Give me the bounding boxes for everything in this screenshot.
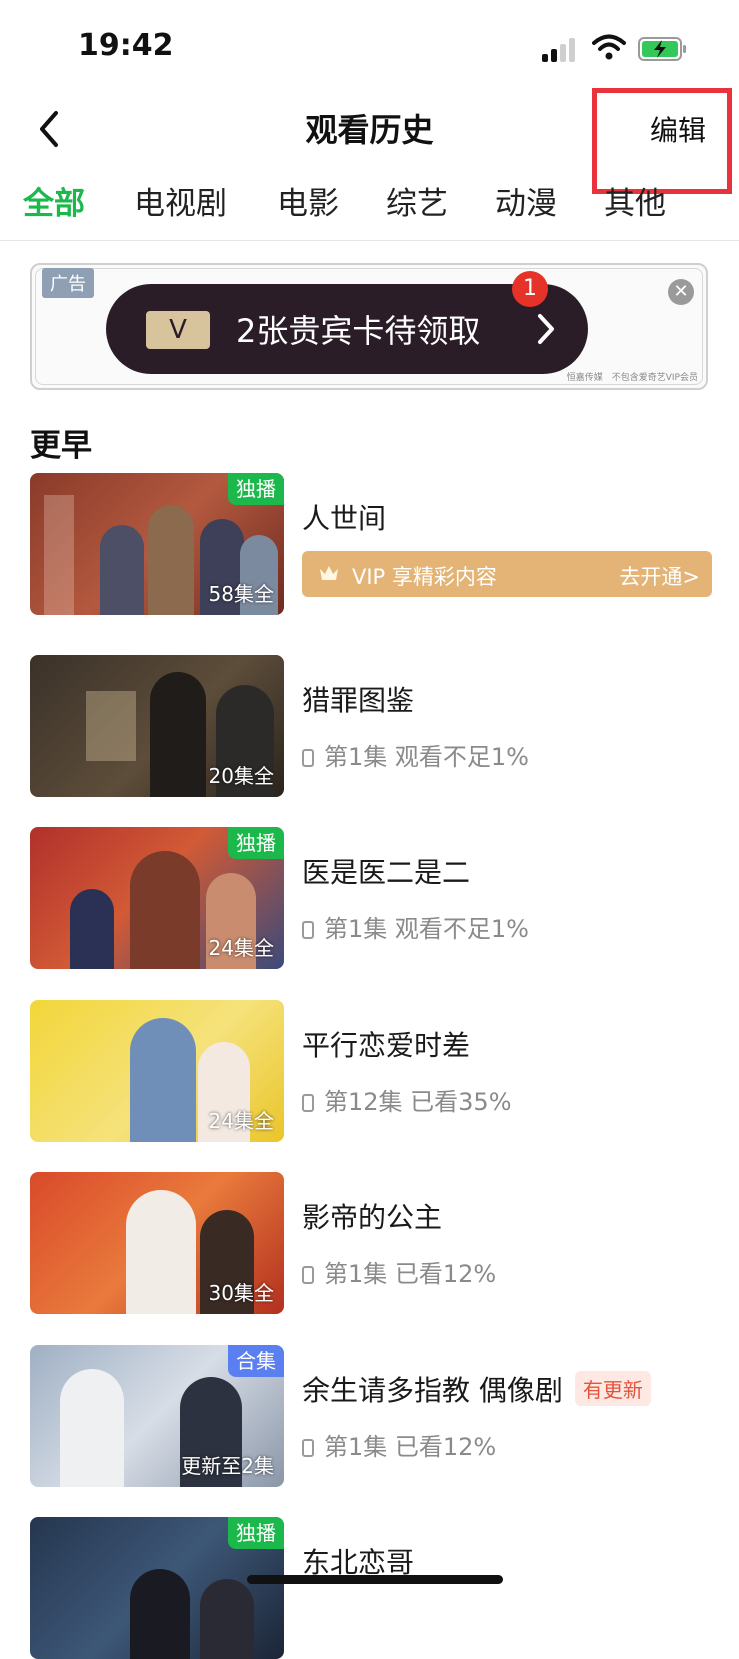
tabs-divider bbox=[0, 240, 739, 241]
tab-variety[interactable]: 综艺 bbox=[386, 178, 448, 223]
watch-progress: 第1集 观看不足1% bbox=[302, 909, 529, 944]
history-item[interactable]: 20集全 猎罪图鉴 第1集 观看不足1% bbox=[30, 655, 710, 797]
collection-badge: 合集 bbox=[228, 1345, 284, 1377]
episode-count: 更新至2集 bbox=[181, 1454, 274, 1478]
history-item[interactable]: 24集全 平行恋爱时差 第12集 已看35% bbox=[30, 1000, 710, 1142]
vip-card-icon: V bbox=[146, 311, 210, 349]
episode-count: 20集全 bbox=[208, 764, 274, 788]
exclusive-badge: 独播 bbox=[228, 473, 284, 505]
mobile-device-icon bbox=[302, 1439, 314, 1457]
vip-activate-link[interactable]: 去开通> bbox=[619, 561, 700, 591]
video-thumbnail[interactable]: 独播 bbox=[30, 1517, 284, 1659]
video-title: 余生请多指教 偶像剧 有更新 bbox=[302, 1369, 651, 1409]
exclusive-badge: 独播 bbox=[228, 827, 284, 859]
episode-count: 30集全 bbox=[208, 1281, 274, 1305]
video-thumbnail[interactable]: 30集全 bbox=[30, 1172, 284, 1314]
exclusive-badge: 独播 bbox=[228, 1517, 284, 1549]
video-thumbnail[interactable]: 24集全 bbox=[30, 1000, 284, 1142]
watch-progress: 第1集 已看12% bbox=[302, 1427, 496, 1462]
history-item[interactable]: 独播 24集全 医是医二是二 第1集 观看不足1% bbox=[30, 827, 710, 969]
notification-badge: 1 bbox=[512, 271, 548, 307]
vip-subscribe-banner[interactable]: VIP 享精彩内容 去开通> bbox=[302, 551, 712, 597]
video-title: 平行恋爱时差 bbox=[302, 1029, 471, 1062]
history-item[interactable]: 30集全 影帝的公主 第1集 已看12% bbox=[30, 1172, 710, 1314]
battery-charging-icon bbox=[638, 37, 686, 61]
cellular-signal-icon bbox=[542, 38, 578, 62]
video-title: 医是医二是二 bbox=[302, 856, 471, 889]
history-item[interactable]: 独播 58集全 人世间 VIP 享精彩内容 去开通> bbox=[30, 473, 712, 615]
ad-label: 广告 bbox=[42, 268, 94, 298]
ad-offer-text: 2张贵宾卡待领取 bbox=[236, 312, 481, 350]
video-title: 影帝的公主 bbox=[302, 1201, 443, 1234]
ad-fine-print: 恒嘉传媒 不包含爱奇艺VIP会员 bbox=[566, 373, 698, 383]
ad-banner[interactable]: 广告 V 2张贵宾卡待领取 1 ✕ 恒嘉传媒 不包含爱奇艺VIP会员 bbox=[30, 263, 708, 390]
video-title: 猎罪图鉴 bbox=[302, 684, 415, 717]
watch-progress: 第1集 已看12% bbox=[302, 1254, 496, 1289]
mobile-device-icon bbox=[302, 749, 314, 767]
updated-badge: 有更新 bbox=[574, 1371, 651, 1406]
watch-progress: 第1集 观看不足1% bbox=[302, 737, 529, 772]
status-time: 19:42 bbox=[78, 28, 174, 63]
video-thumbnail[interactable]: 合集 更新至2集 bbox=[30, 1345, 284, 1487]
chevron-right-icon bbox=[538, 314, 554, 344]
tab-anime[interactable]: 动漫 bbox=[495, 178, 557, 223]
home-indicator[interactable] bbox=[247, 1575, 503, 1584]
episode-count: 24集全 bbox=[208, 936, 274, 960]
episode-count: 24集全 bbox=[208, 1109, 274, 1133]
status-bar: 19:42 bbox=[0, 0, 739, 95]
history-item[interactable]: 合集 更新至2集 余生请多指教 偶像剧 有更新 第1集 已看12% bbox=[30, 1345, 710, 1487]
tab-movies[interactable]: 电影 bbox=[277, 178, 339, 223]
tab-others[interactable]: 其他 bbox=[604, 178, 666, 223]
history-item[interactable]: 独播 东北恋哥 bbox=[30, 1517, 710, 1659]
episode-count: 58集全 bbox=[208, 582, 274, 606]
vip-promo-text: VIP 享精彩内容 bbox=[352, 565, 497, 589]
tab-tv-series[interactable]: 电视剧 bbox=[134, 178, 227, 223]
video-title: 人世间 bbox=[302, 502, 387, 535]
mobile-device-icon bbox=[302, 921, 314, 939]
watch-progress: 第12集 已看35% bbox=[302, 1082, 512, 1117]
category-tabs: 全部 电视剧 电影 综艺 动漫 其他 bbox=[0, 172, 739, 234]
video-thumbnail[interactable]: 独播 58集全 bbox=[30, 473, 284, 615]
crown-icon bbox=[318, 563, 340, 588]
tab-all[interactable]: 全部 bbox=[23, 178, 85, 223]
mobile-device-icon bbox=[302, 1266, 314, 1284]
video-thumbnail[interactable]: 独播 24集全 bbox=[30, 827, 284, 969]
section-heading-earlier: 更早 bbox=[30, 428, 92, 464]
video-thumbnail[interactable]: 20集全 bbox=[30, 655, 284, 797]
wifi-icon bbox=[592, 34, 626, 60]
mobile-device-icon bbox=[302, 1094, 314, 1112]
close-icon[interactable]: ✕ bbox=[668, 279, 694, 305]
